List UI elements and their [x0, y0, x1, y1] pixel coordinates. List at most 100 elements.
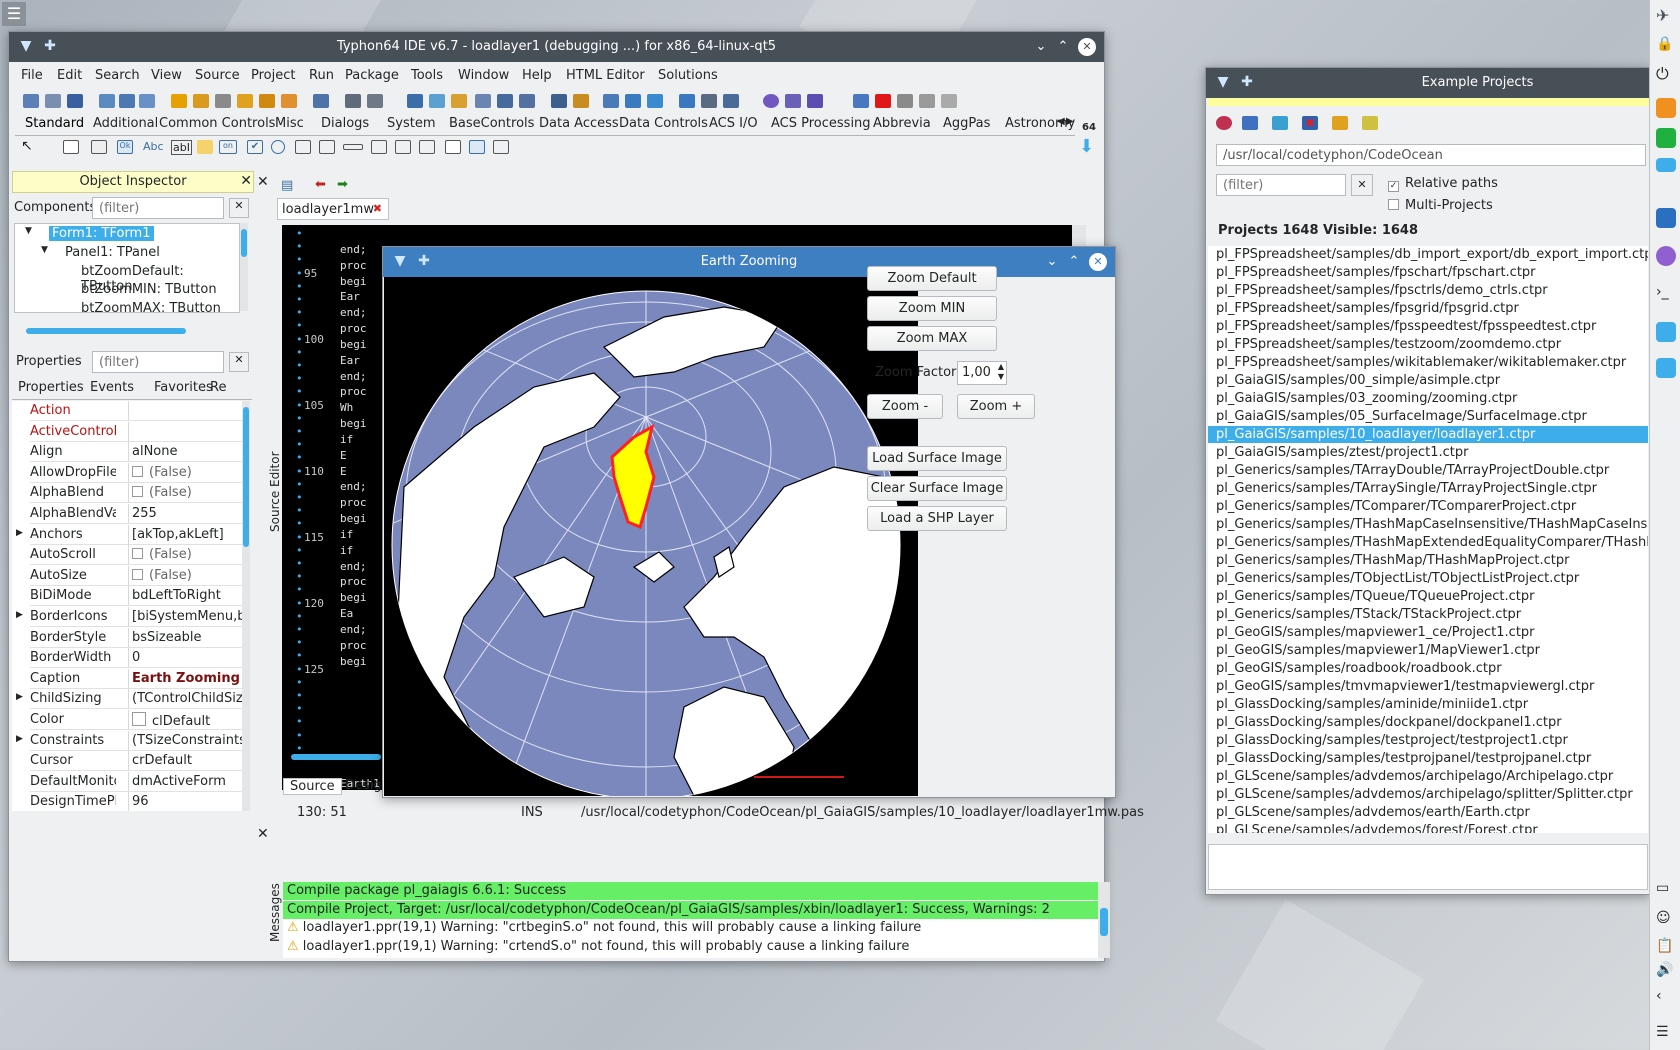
- open-project-icon[interactable]: [1242, 116, 1258, 130]
- tree-node[interactable]: btZoomMIN: TButton: [81, 282, 217, 297]
- properties-filter-input[interactable]: [92, 351, 224, 373]
- breakpoint-marker[interactable]: •: [296, 663, 303, 676]
- menu-icon[interactable]: ☰: [1656, 1024, 1676, 1044]
- project-item[interactable]: pl_FPSpreadsheet/samples/testzoom/zoomde…: [1216, 336, 1561, 353]
- chevron-left-icon[interactable]: ‹: [1656, 988, 1676, 1008]
- app-purple-icon[interactable]: [1656, 246, 1676, 266]
- breakpoint-marker[interactable]: •: [296, 742, 303, 755]
- breakpoint-marker[interactable]: •: [296, 372, 303, 385]
- property-row[interactable]: BorderStyle bsSizeable: [30, 627, 242, 648]
- property-value[interactable]: (False): [132, 465, 242, 480]
- terminal-icon[interactable]: ›_: [1656, 284, 1676, 304]
- tree-node[interactable]: Panel1: TPanel: [65, 245, 160, 260]
- layout-icon[interactable]: [497, 94, 513, 108]
- property-row[interactable]: ▶ Anchors [akTop,akLeft]: [16, 524, 242, 545]
- tree-node[interactable]: Form1: TForm1: [49, 226, 154, 241]
- find-replace-icon[interactable]: [139, 94, 155, 108]
- project-item[interactable]: pl_Generics/samples/TObjectList/TObjectL…: [1216, 570, 1579, 587]
- editor-hscrollbar[interactable]: [291, 754, 381, 760]
- property-value[interactable]: bdLeftToRight: [132, 588, 242, 603]
- property-value[interactable]: clDefault: [132, 712, 242, 729]
- breakpoint-marker[interactable]: •: [296, 438, 303, 451]
- view-icon[interactable]: [313, 94, 329, 108]
- load-shp-layer-button[interactable]: Load a SHP Layer: [867, 506, 1007, 531]
- step-into-icon[interactable]: [897, 94, 913, 108]
- expand-icon[interactable]: ▶: [16, 734, 23, 744]
- checkbox[interactable]: [132, 465, 143, 477]
- property-value[interactable]: [akTop,akLeft]: [132, 527, 242, 542]
- tab-abbrevia[interactable]: Abbrevia: [873, 116, 931, 131]
- tab-basecontrols[interactable]: BaseControls: [449, 116, 534, 131]
- arrow-icon[interactable]: [679, 94, 695, 108]
- breakpoint-marker[interactable]: •: [296, 583, 303, 596]
- project-item[interactable]: pl_FPSpreadsheet/samples/wikitablemaker/…: [1216, 354, 1626, 371]
- pin-icon[interactable]: ✚: [1238, 74, 1256, 92]
- menu-run[interactable]: Run: [309, 68, 334, 83]
- search-icon[interactable]: [99, 94, 115, 108]
- radiogroup-icon[interactable]: [395, 140, 411, 154]
- messages-scrollbar[interactable]: [1098, 882, 1110, 958]
- plugin-icon[interactable]: [281, 94, 297, 108]
- relative-paths-checkbox[interactable]: ✓ Relative paths: [1388, 176, 1498, 192]
- tab-scroll-left-icon[interactable]: ◀: [1057, 116, 1065, 127]
- expand-icon[interactable]: ▶: [16, 692, 23, 702]
- pointer-icon[interactable]: ↖: [21, 138, 35, 154]
- breakpoint-marker[interactable]: •: [296, 597, 303, 610]
- project-item[interactable]: pl_GeoGIS/samples/roadbook/roadbook.ctpr: [1216, 660, 1502, 677]
- zoom-factor-spinner[interactable]: 1,00 ▲ ▼: [957, 361, 1007, 385]
- breakpoint-marker[interactable]: •: [296, 636, 303, 649]
- tree-scrollbar[interactable]: [240, 223, 248, 311]
- breakpoint-marker[interactable]: •: [296, 570, 303, 583]
- power-icon[interactable]: ⏻: [1656, 64, 1676, 84]
- project-item[interactable]: pl_FPSpreadsheet/samples/fpsspeedtest/fp…: [1216, 318, 1596, 335]
- expand-icon[interactable]: ▼: [25, 226, 32, 236]
- project-item[interactable]: pl_Generics/samples/THashMapExtendedEqua…: [1216, 534, 1648, 551]
- project-item[interactable]: pl_FPSpreadsheet/samples/fpschart/fpscha…: [1216, 264, 1536, 281]
- stop-icon[interactable]: [875, 94, 891, 108]
- app-window-icon[interactable]: [1656, 158, 1676, 172]
- gear-icon[interactable]: [763, 94, 779, 108]
- find-files-icon[interactable]: [119, 94, 135, 108]
- checkbox[interactable]: [132, 486, 143, 498]
- edit-icon[interactable]: abI: [171, 140, 192, 155]
- tab-aggpas[interactable]: AggPas: [943, 116, 990, 131]
- step-over-icon[interactable]: [919, 94, 935, 108]
- project-item[interactable]: pl_GeoGIS/samples/tmvmapviewer1/testmapv…: [1216, 678, 1594, 695]
- menu-edit[interactable]: Edit: [57, 68, 82, 83]
- maximize-icon[interactable]: ⌃: [1065, 253, 1083, 271]
- menu-package[interactable]: Package: [345, 68, 399, 83]
- menu-source[interactable]: Source: [195, 68, 240, 83]
- property-value[interactable]: [biSystemMenu,biMinimize,biMaximize]: [132, 609, 242, 624]
- debug-icon[interactable]: [551, 94, 567, 108]
- expand-icon[interactable]: ▶: [16, 610, 23, 620]
- editor-close-icon[interactable]: ✕: [257, 174, 271, 194]
- people-icon[interactable]: [785, 94, 801, 108]
- zoom-default-button[interactable]: Zoom Default: [867, 266, 997, 291]
- package-icon[interactable]: [171, 94, 187, 108]
- folder-icon[interactable]: [1332, 116, 1348, 130]
- ide-titlebar[interactable]: ▼ ✚ Typhon64 IDE v6.7 - loadlayer1 (debu…: [9, 32, 1104, 62]
- clear-filter-icon[interactable]: ✕: [229, 198, 249, 218]
- tab-data-controls[interactable]: Data Controls: [619, 116, 708, 131]
- breakpoint-marker[interactable]: •: [296, 412, 303, 425]
- tree-hscrollbar[interactable]: [26, 328, 186, 334]
- property-row[interactable]: Action: [30, 401, 242, 421]
- actionlist-icon[interactable]: [493, 140, 509, 154]
- property-value[interactable]: Earth Zooming: [132, 671, 242, 686]
- typhon-task-icon[interactable]: [1656, 358, 1676, 378]
- property-row[interactable]: AlphaBlendValue 255: [30, 504, 242, 524]
- tree-node[interactable]: btZoomMAX: TButton: [81, 301, 221, 312]
- breakpoint-marker[interactable]: •: [296, 557, 303, 570]
- menu-file[interactable]: File: [21, 68, 43, 83]
- project-item[interactable]: pl_GlassDocking/samples/dockpanel/dockpa…: [1216, 714, 1562, 731]
- breakpoint-marker[interactable]: •: [296, 623, 303, 636]
- pause-icon[interactable]: [853, 94, 869, 108]
- breakpoint-marker[interactable]: •: [296, 306, 303, 319]
- project-item[interactable]: pl_GlassDocking/samples/testproject/test…: [1216, 732, 1568, 749]
- property-row[interactable]: Cursor crDefault: [30, 751, 242, 772]
- earth-titlebar[interactable]: ▼ ✚ Earth Zooming ⌄ ⌃ ✕: [383, 247, 1115, 277]
- base-path-input[interactable]: [1216, 144, 1646, 166]
- breakpoint-marker[interactable]: •: [296, 491, 303, 504]
- project-item[interactable]: pl_GeoGIS/samples/mapviewer1_ce/Project1…: [1216, 624, 1535, 641]
- clear-surface-image-button[interactable]: Clear Surface Image: [867, 476, 1007, 501]
